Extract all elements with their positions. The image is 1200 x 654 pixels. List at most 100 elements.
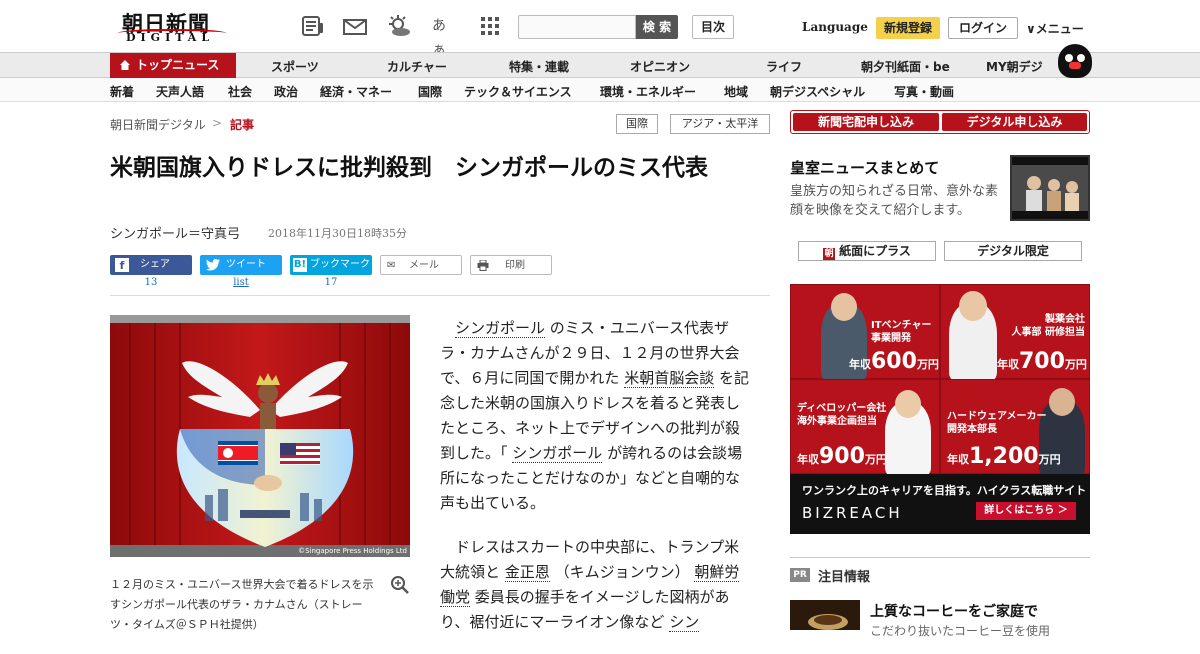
nav-paper-be[interactable]: 朝夕刊紙面・be <box>861 58 950 75</box>
search-button[interactable]: 検 索 <box>636 15 678 39</box>
ad-salary: 年収900万円 <box>797 444 887 469</box>
language-link[interactable]: Language <box>802 20 868 34</box>
hatena-bookmark-button[interactable]: B! ブックマーク <box>290 255 372 275</box>
mail-icon[interactable] <box>342 14 368 38</box>
ad-salary: 年収700万円 <box>997 349 1087 374</box>
divider <box>110 295 770 296</box>
article-photo[interactable]: ©Singapore Press Holdings Ltd <box>110 315 410 557</box>
nav-regional[interactable]: 地域 <box>724 83 748 100</box>
logo-subtitle: DIGITAL <box>126 31 215 44</box>
article-body: シンガポール のミス・ユニバース代表ザラ・カナムさんが２９日、１２月の世界大会で… <box>440 316 752 654</box>
subscribe-paper-button[interactable]: 新聞宅配申し込み <box>793 113 939 131</box>
hatena-bookmark-count[interactable]: 17 <box>290 277 372 288</box>
menu-button[interactable]: ∨メニュー <box>1026 20 1084 37</box>
home-icon <box>120 60 130 70</box>
printer-icon <box>477 260 489 271</box>
ad-cell: 製薬会社 人事部 研修担当 年収700万円 <box>940 284 1090 380</box>
register-button[interactable]: 新規登録 <box>876 17 940 39</box>
paragraph: ドレスはスカートの中央部に、トランプ米大統領と 金正恩 （キムジョンウン） 朝鮮… <box>440 535 752 635</box>
royal-photo <box>1012 157 1088 219</box>
twitter-list-link[interactable]: list <box>200 277 282 288</box>
breadcrumb-current: 記事 <box>230 118 255 132</box>
menu-label: メニュー <box>1035 22 1084 36</box>
ad-job-title: 製薬会社 人事部 研修担当 <box>1011 314 1085 338</box>
subscribe-digital-button[interactable]: デジタル申し込み <box>942 113 1087 131</box>
weather-icon[interactable] <box>386 14 412 38</box>
nav-politics[interactable]: 政治 <box>274 83 298 100</box>
font-size-icon[interactable]: あぁ <box>432 14 458 58</box>
royal-news-thumbnail[interactable] <box>1010 155 1090 221</box>
ad-person-face <box>831 293 857 321</box>
ad-person-face <box>959 291 987 321</box>
nav-latest[interactable]: 新着 <box>110 83 134 100</box>
pr-thumbnail[interactable] <box>790 600 860 630</box>
mail-share-icon: ✉ <box>387 260 396 271</box>
facebook-share-count[interactable]: 13 <box>110 277 192 288</box>
grid-icon[interactable] <box>478 14 504 38</box>
zoom-icon[interactable] <box>390 575 410 595</box>
ad-salary: 年収600万円 <box>849 349 939 374</box>
nav-life[interactable]: ライフ <box>766 58 802 75</box>
ad-footer: ワンランク上のキャリアを目指す。ハイクラス転職サイト BIZREACH 詳しくは… <box>790 474 1090 534</box>
ad-person-face <box>1049 388 1075 416</box>
nav-international[interactable]: 国際 <box>418 83 442 100</box>
nav-special[interactable]: 朝デジスペシャル <box>770 83 865 100</box>
nav-tech-science[interactable]: テック＆サイエンス <box>464 83 572 100</box>
photo-caption: １２月のミス・ユニバース世界大会で着るドレスを示すシンガポール代表のザラ・カナム… <box>110 578 374 631</box>
search-input[interactable] <box>518 15 636 39</box>
keyword-link[interactable]: シンガポール <box>455 319 546 338</box>
keyword-link[interactable]: 金正恩 <box>504 563 550 582</box>
pr-section-title: 注目情報 <box>818 570 871 585</box>
keyword-link[interactable]: シン <box>669 613 700 632</box>
print-button[interactable]: 印刷 <box>470 255 552 275</box>
ad-brand-logo: BIZREACH <box>802 504 903 522</box>
ad-tagline: ワンランク上のキャリアを目指す。ハイクラス転職サイト <box>802 484 1087 497</box>
mascot-icon[interactable] <box>1058 44 1092 78</box>
ad-job-title: ITベンチャー 事業開発 <box>871 320 932 344</box>
keyword-link[interactable]: シンガポール <box>512 444 603 463</box>
royal-news-description: 皇族方の知られざる日常、意外な素顔を映像を交えて紹介します。 <box>790 184 999 218</box>
digital-only-button[interactable]: デジタル限定 <box>944 241 1082 261</box>
facebook-share-button[interactable]: f シェア <box>110 255 192 275</box>
ad-job-title: ハードウェアメーカー 開発本部長 <box>947 411 1047 435</box>
nav-features[interactable]: 特集・連載 <box>509 58 569 75</box>
nav-environment[interactable]: 環境・エネルギー <box>600 83 696 100</box>
paragraph-text: （キムジョンウン） <box>554 563 690 581</box>
mail-share-button[interactable]: ✉ メール <box>380 255 462 275</box>
nav-tenseijingo[interactable]: 天声人語 <box>156 83 204 100</box>
tag-asia-pacific[interactable]: アジア・太平洋 <box>670 114 770 134</box>
mascot-eye <box>1065 54 1073 62</box>
nav-economy[interactable]: 経済・マネー <box>320 83 392 100</box>
ad-cell: ディベロッパー会社 海外事業企画担当 年収900万円 <box>790 379 940 475</box>
nav-opinion[interactable]: オピニオン <box>630 58 690 75</box>
nav-sports[interactable]: スポーツ <box>271 58 319 75</box>
twitter-share-button[interactable]: ツイート <box>200 255 282 275</box>
chevron-down-icon: ∨ <box>1026 22 1036 36</box>
tag-international[interactable]: 国際 <box>616 114 658 134</box>
header: 朝日新聞 DIGITAL あぁ 検 索 目次 Language 新規登録 ログイ… <box>0 0 1200 58</box>
nav-top-news-label: トップニュース <box>136 58 220 72</box>
ad-cell: ハードウェアメーカー 開発本部長 年収1,200万円 <box>940 379 1090 475</box>
royal-news-title[interactable]: 皇室ニュースまとめて <box>790 157 939 178</box>
dress-photo-illustration <box>110 315 410 557</box>
bizreach-ad[interactable]: ITベンチャー 事業開発 年収600万円 製薬会社 人事部 研修担当 年収700… <box>790 284 1090 534</box>
nav-my-asahi[interactable]: MY朝デジ <box>986 58 1043 75</box>
login-button[interactable]: ログイン <box>948 17 1018 39</box>
pr-headline[interactable]: 上質なコーヒーをご家庭で <box>870 601 1038 621</box>
nav-culture[interactable]: カルチャー <box>387 58 447 75</box>
facebook-icon: f <box>115 258 129 272</box>
mail-share-label: メール <box>409 260 439 271</box>
nav-society[interactable]: 社会 <box>228 83 252 100</box>
toc-button[interactable]: 目次 <box>692 15 734 39</box>
newspaper-icon[interactable] <box>300 14 326 38</box>
breadcrumb-home[interactable]: 朝日新聞デジタル <box>110 116 206 133</box>
nav-photo-video[interactable]: 写真・動画 <box>894 83 954 100</box>
paper-plus-icon: 朝 <box>823 248 836 260</box>
primary-nav: トップニュース スポーツ カルチャー 特集・連載 オピニオン ライフ 朝夕刊紙面… <box>0 52 1200 78</box>
paper-plus-button[interactable]: 朝紙面にプラス <box>798 241 936 261</box>
keyword-link[interactable]: 米朝首脳会談 <box>624 369 715 388</box>
mascot-eye <box>1077 54 1085 62</box>
nav-top-news[interactable]: トップニュース <box>110 53 236 78</box>
ad-cta-button[interactable]: 詳しくはこちら ＞ <box>976 502 1076 520</box>
paragraph: シンガポール のミス・ユニバース代表ザラ・カナムさんが２９日、１２月の世界大会で… <box>440 316 752 516</box>
